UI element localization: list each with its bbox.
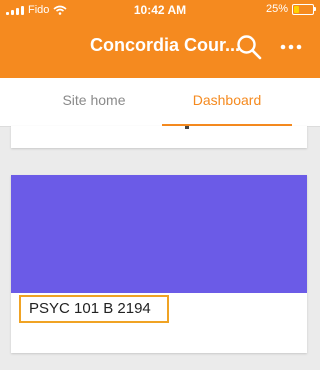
tab-bar: Site home Dashboard [0, 78, 320, 127]
course-image [11, 175, 307, 293]
page-title: Concordia Cour... [90, 35, 241, 55]
status-right: 25% [265, 3, 316, 15]
tab-dashboard-label: Dashboard [192, 92, 262, 108]
app-bar: Concordia Cour... [0, 26, 320, 66]
course-card-partial[interactable] [11, 126, 307, 148]
tab-site-home[interactable]: Site home [30, 78, 158, 126]
header: Fido 10:42 AM 25% Concordia Cour... [0, 0, 320, 78]
battery-icon [292, 3, 316, 15]
battery-percent: 25% [265, 3, 288, 15]
more-icon[interactable] [280, 36, 302, 58]
status-bar: Fido 10:42 AM 25% [0, 0, 320, 20]
battery-fill [294, 5, 299, 13]
course-card[interactable]: PSYC 101 B 2194 [11, 175, 307, 353]
course-name[interactable]: PSYC 101 B 2194 [19, 295, 169, 323]
tab-dashboard[interactable]: Dashboard [162, 78, 292, 126]
search-icon[interactable] [236, 34, 262, 60]
